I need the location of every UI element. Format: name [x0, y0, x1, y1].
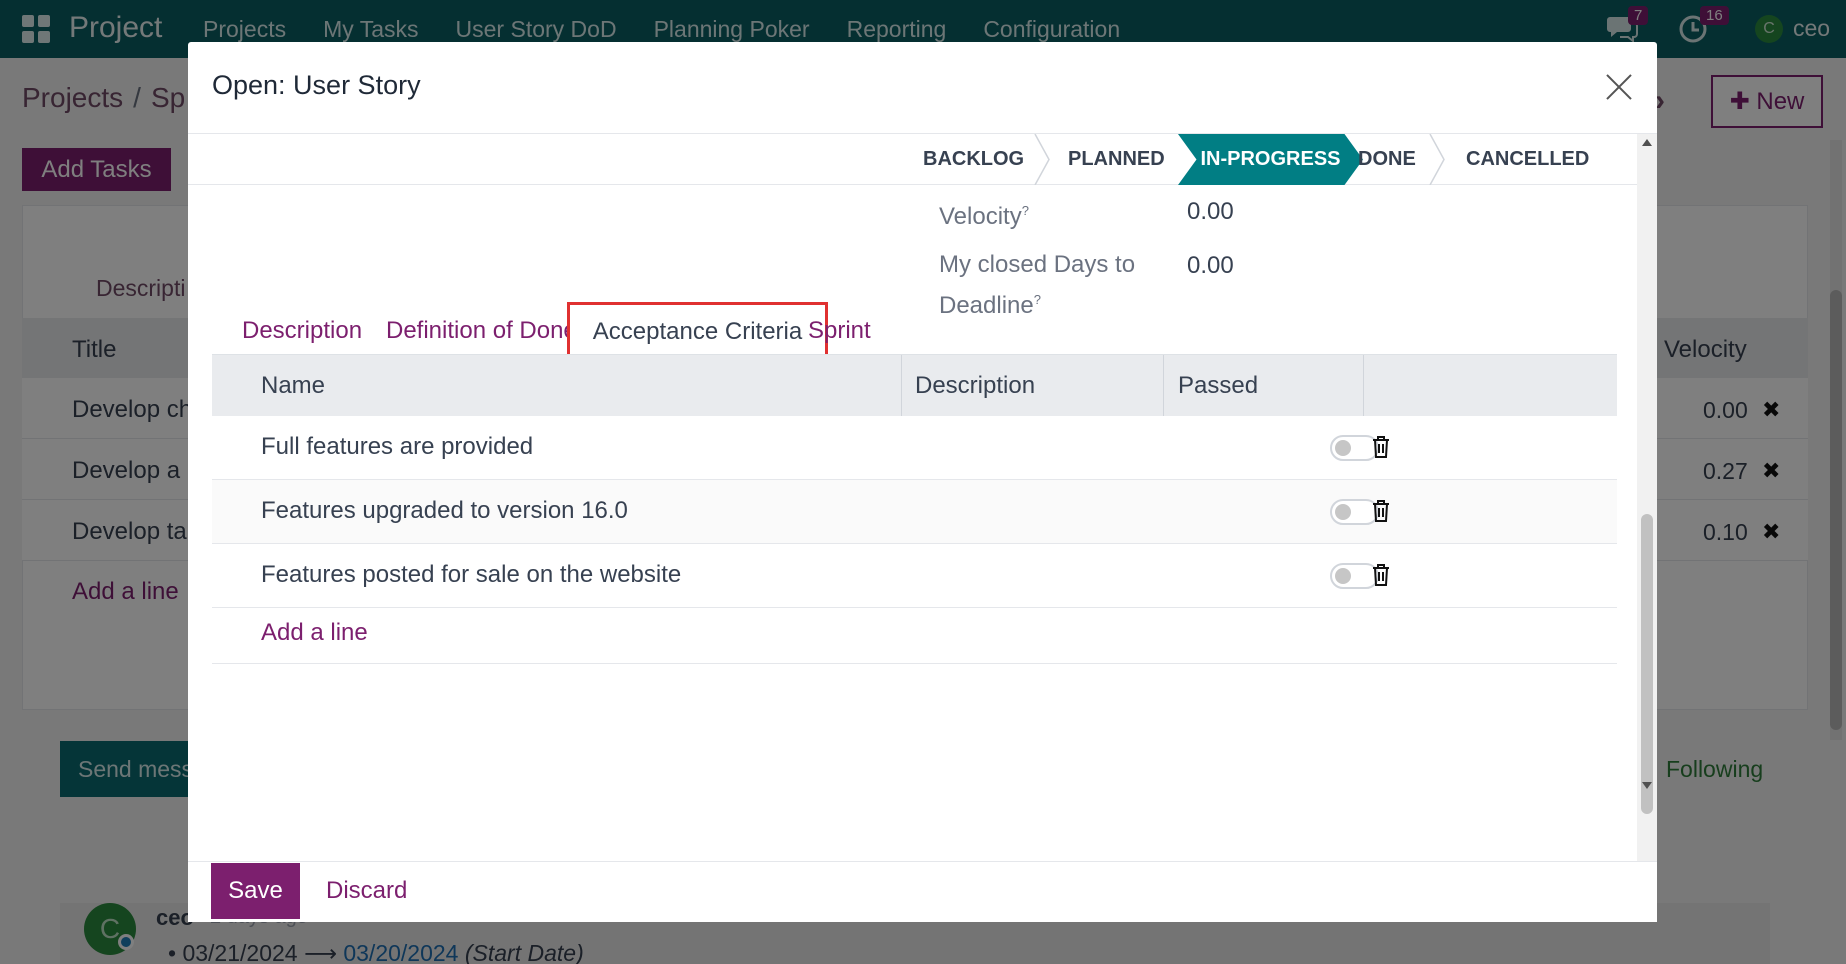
dialog-scrollbar[interactable] [1637, 134, 1657, 861]
stage-separator [1429, 134, 1445, 185]
column-divider [1163, 355, 1164, 417]
stage-done[interactable]: DONE [1358, 134, 1416, 227]
velocity-value: 0.00 [1187, 198, 1234, 225]
close-icon[interactable] [1605, 73, 1633, 101]
column-passed[interactable]: Passed [1178, 372, 1258, 400]
stage-cancelled[interactable]: CANCELLED [1466, 134, 1589, 227]
trash-icon[interactable] [1371, 435, 1391, 459]
stage-statusbar: BACKLOG PLANNED IN-PROGRESS DONE CANCELL… [188, 134, 1637, 185]
closed-days-label-line1: My closed Days to [939, 251, 1136, 278]
dialog-body: Velocity? 0.00 My closed Days to Deadline… [188, 134, 1657, 861]
closed-days-label-line2: Deadline [939, 292, 1034, 319]
scroll-thumb[interactable] [1641, 514, 1653, 814]
stage-planned[interactable]: PLANNED [1068, 134, 1165, 227]
tab-definition-of-done[interactable]: Definition of Done [386, 317, 577, 345]
column-name[interactable]: Name [261, 372, 325, 400]
trash-icon[interactable] [1371, 499, 1391, 523]
tab-sprint[interactable]: Sprint [808, 317, 871, 345]
criterion-name[interactable]: Features upgraded to version 16.0 [261, 497, 628, 525]
add-line-link[interactable]: Add a line [261, 619, 368, 647]
column-divider [1363, 355, 1364, 417]
dialog-header: Open: User Story [188, 42, 1657, 134]
stage-separator [1034, 134, 1050, 185]
closed-days-value: 0.00 [1187, 252, 1234, 279]
stage-backlog[interactable]: BACKLOG [923, 134, 1024, 227]
table-row[interactable]: Features posted for sale on the website [212, 544, 1617, 608]
criterion-name[interactable]: Full features are provided [261, 433, 533, 461]
dialog-footer: Save Discard [188, 861, 1657, 922]
table-row[interactable]: Features upgraded to version 16.0 [212, 480, 1617, 544]
trash-icon[interactable] [1371, 563, 1391, 587]
column-description[interactable]: Description [915, 372, 1035, 400]
table-bottom-border [212, 663, 1617, 664]
closed-days-label: My closed Days to Deadline? [939, 247, 1135, 323]
tab-description[interactable]: Description [242, 317, 362, 345]
scroll-down-arrow[interactable] [1642, 782, 1652, 789]
user-story-dialog: Open: User Story Velocity? 0.00 My close… [188, 42, 1657, 922]
discard-button[interactable]: Discard [326, 863, 407, 919]
tab-acceptance-criteria[interactable]: Acceptance Criteria [567, 302, 828, 362]
criterion-name[interactable]: Features posted for sale on the website [261, 561, 681, 589]
column-divider [901, 355, 902, 417]
criteria-table-header: Name Description Passed [212, 354, 1617, 417]
save-button[interactable]: Save [211, 863, 300, 919]
help-icon[interactable]: ? [1034, 292, 1041, 307]
stage-in-progress[interactable]: IN-PROGRESS [1178, 134, 1363, 185]
scroll-up-arrow[interactable] [1642, 139, 1652, 146]
dialog-title: Open: User Story [212, 70, 421, 100]
table-row[interactable]: Full features are provided [212, 416, 1617, 480]
